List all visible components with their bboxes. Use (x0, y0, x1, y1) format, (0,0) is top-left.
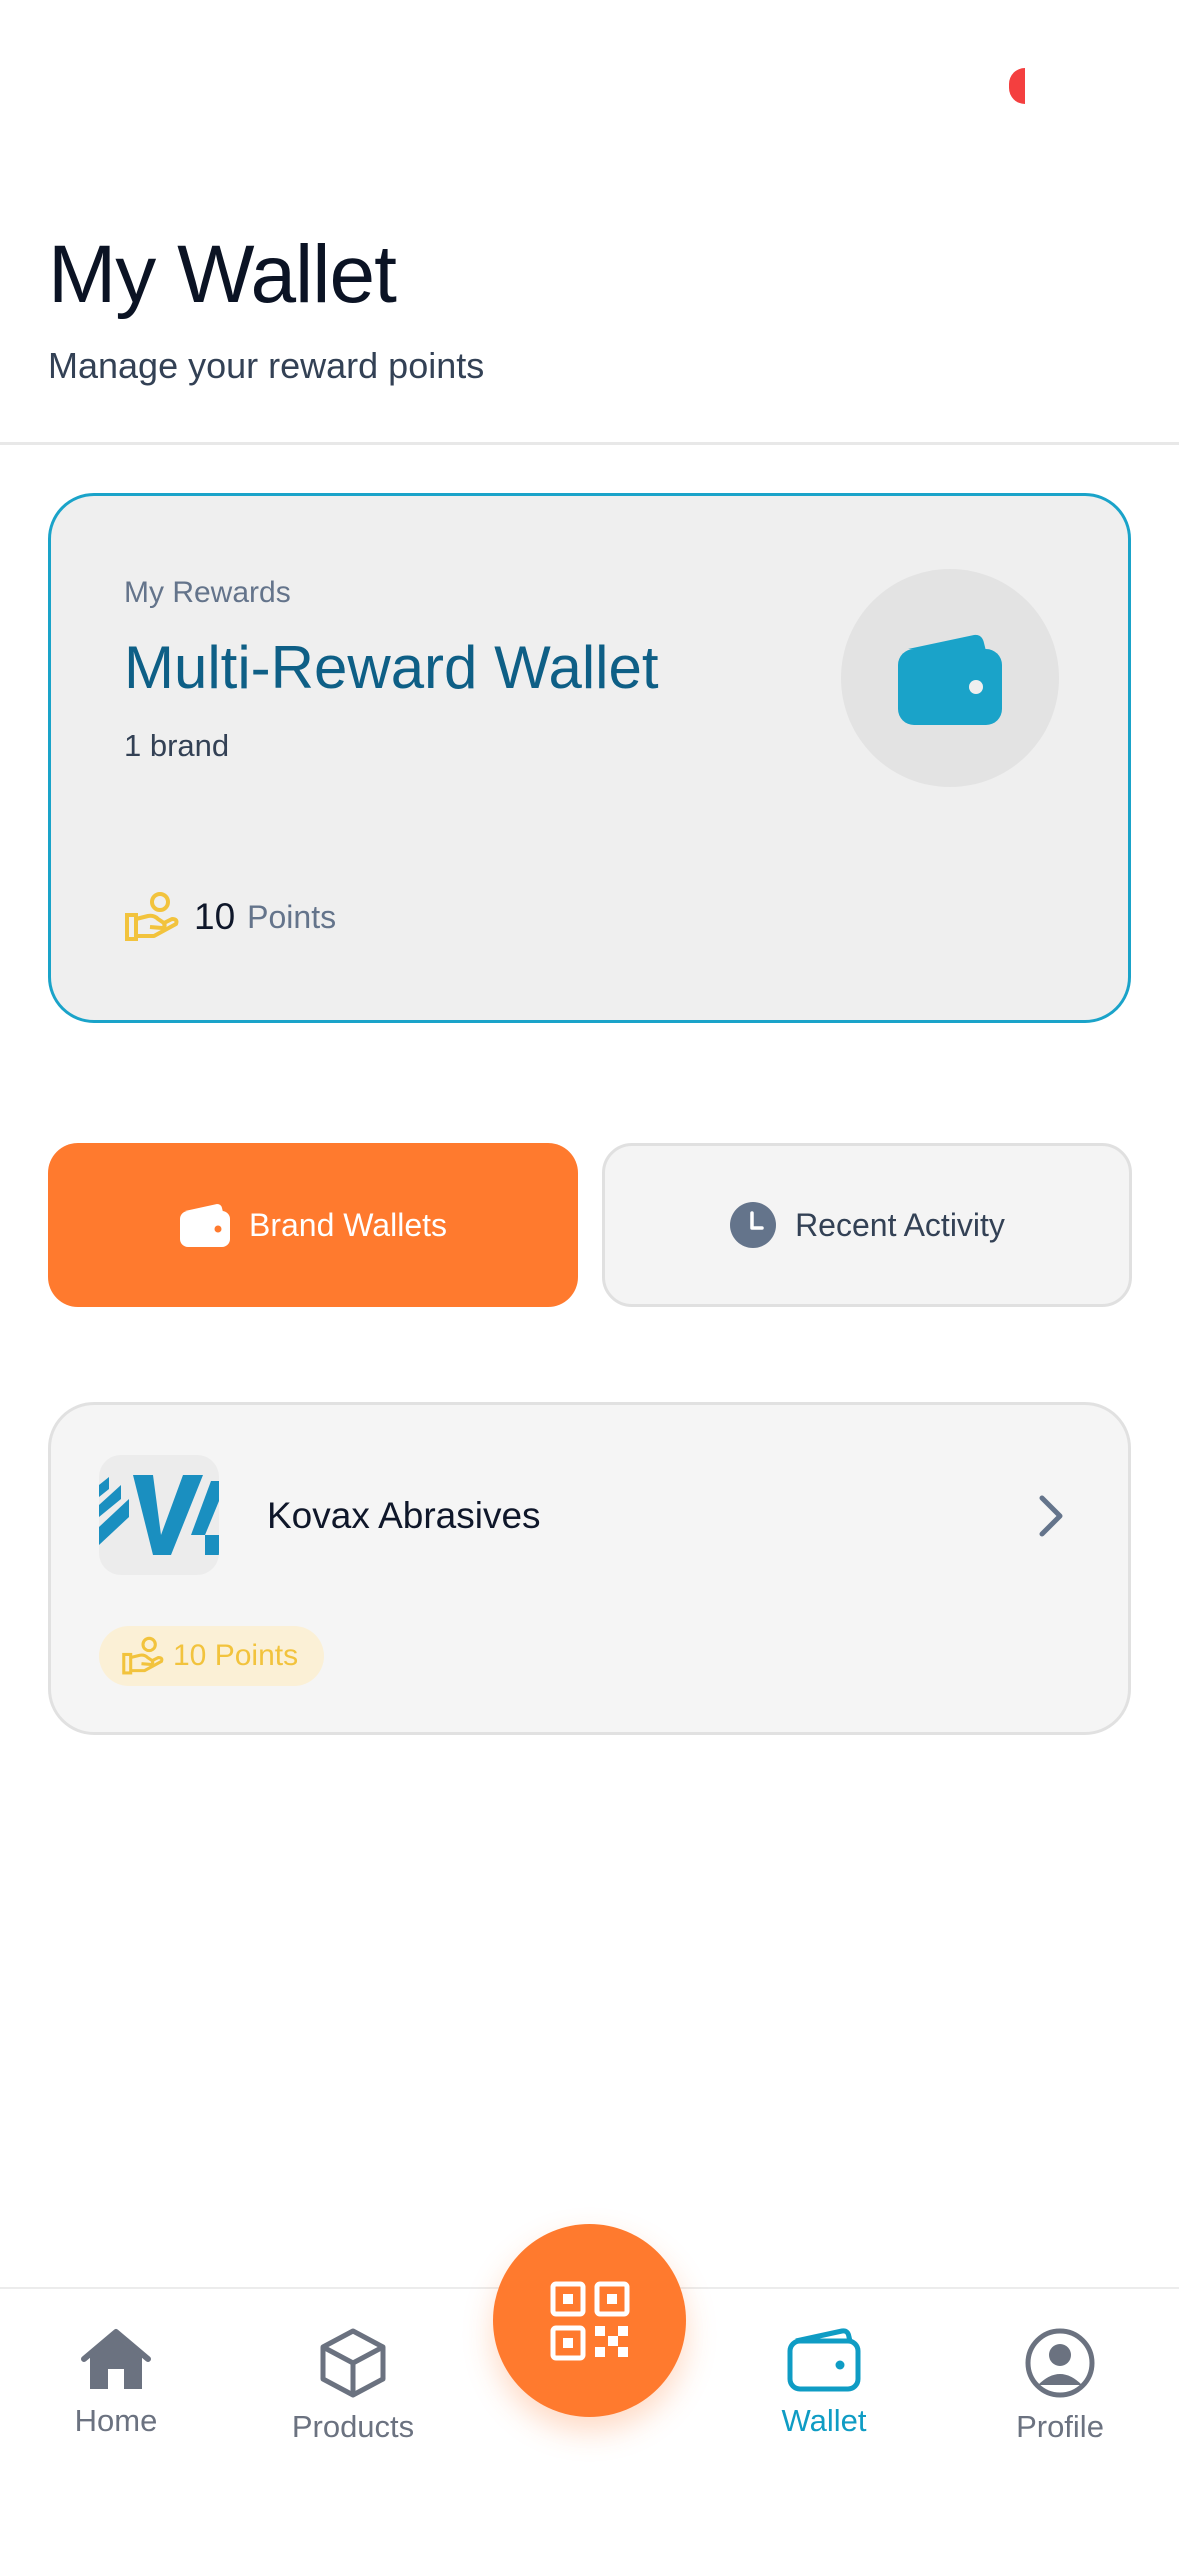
nav-wallet[interactable]: Wallet (724, 2327, 924, 2439)
rewards-label: My Rewards (124, 576, 291, 609)
home-icon (81, 2329, 151, 2389)
nav-home[interactable]: Home (16, 2327, 216, 2439)
wallet-icon (787, 2328, 861, 2392)
total-points: 10 Points (124, 891, 336, 943)
tab-recent-activity[interactable]: Recent Activity (602, 1143, 1132, 1307)
page-header: My Wallet Manage your reward points (0, 0, 1179, 445)
rewards-title: Multi-Reward Wallet (124, 634, 659, 701)
wallet-icon (179, 1202, 231, 1248)
user-circle-icon (1025, 2328, 1095, 2398)
brand-wallet-item[interactable]: Kovax Abrasives 10 Points (48, 1402, 1131, 1735)
nav-profile-label: Profile (1016, 2409, 1104, 2444)
scan-qr-button[interactable] (493, 2224, 686, 2417)
brand-logo (99, 1455, 219, 1575)
page-subtitle: Manage your reward points (48, 345, 485, 386)
box-icon (320, 2328, 386, 2398)
nav-profile[interactable]: Profile (960, 2327, 1160, 2445)
chevron-right-icon[interactable] (1036, 1493, 1066, 1539)
page-title: My Wallet (48, 229, 397, 320)
tab-brand-wallets-label: Brand Wallets (249, 1206, 447, 1243)
brand-points-label: 10 Points (173, 1639, 299, 1672)
tab-recent-activity-label: Recent Activity (795, 1206, 1005, 1243)
brand-points-badge: 10 Points (99, 1626, 325, 1686)
points-value: 10 (194, 896, 236, 937)
wallet-icon-badge (841, 569, 1059, 787)
nav-products-label: Products (291, 2409, 415, 2444)
nav-products[interactable]: Products (253, 2327, 453, 2445)
wallet-icon (898, 634, 1002, 725)
hand-coin-icon (125, 892, 179, 941)
nav-wallet-label: Wallet (781, 2403, 867, 2438)
points-unit: Points (247, 898, 337, 935)
clock-icon (729, 1201, 777, 1249)
hand-coin-icon (121, 1636, 165, 1676)
rewards-summary-card[interactable]: My Rewards Multi-Reward Wallet 1 brand 1… (48, 493, 1131, 1023)
nav-home-label: Home (74, 2403, 158, 2438)
brand-name: Kovax Abrasives (267, 1495, 541, 1536)
qr-code-icon (550, 2281, 629, 2360)
brand-count: 1 brand (124, 728, 230, 763)
tab-brand-wallets[interactable]: Brand Wallets (48, 1143, 578, 1307)
